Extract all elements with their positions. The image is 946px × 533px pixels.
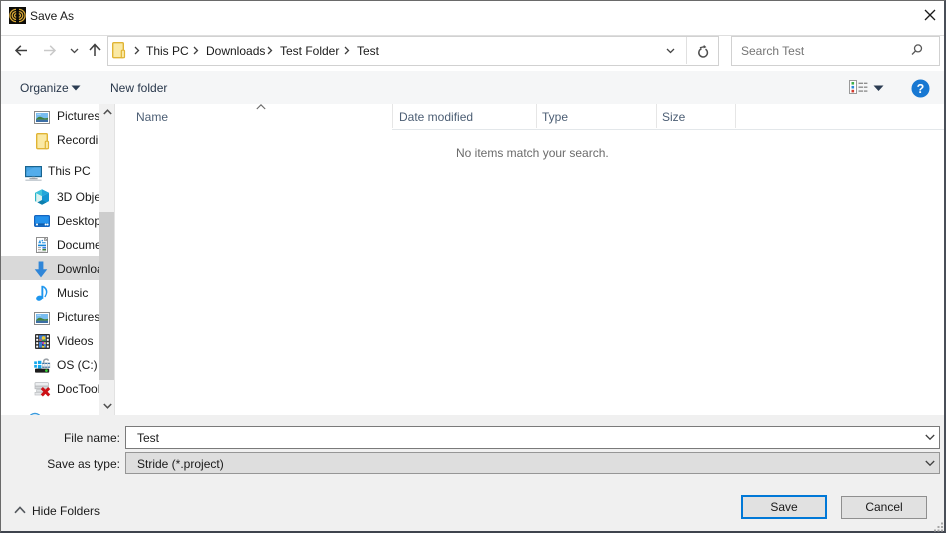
svg-text:?: ?	[917, 82, 925, 96]
